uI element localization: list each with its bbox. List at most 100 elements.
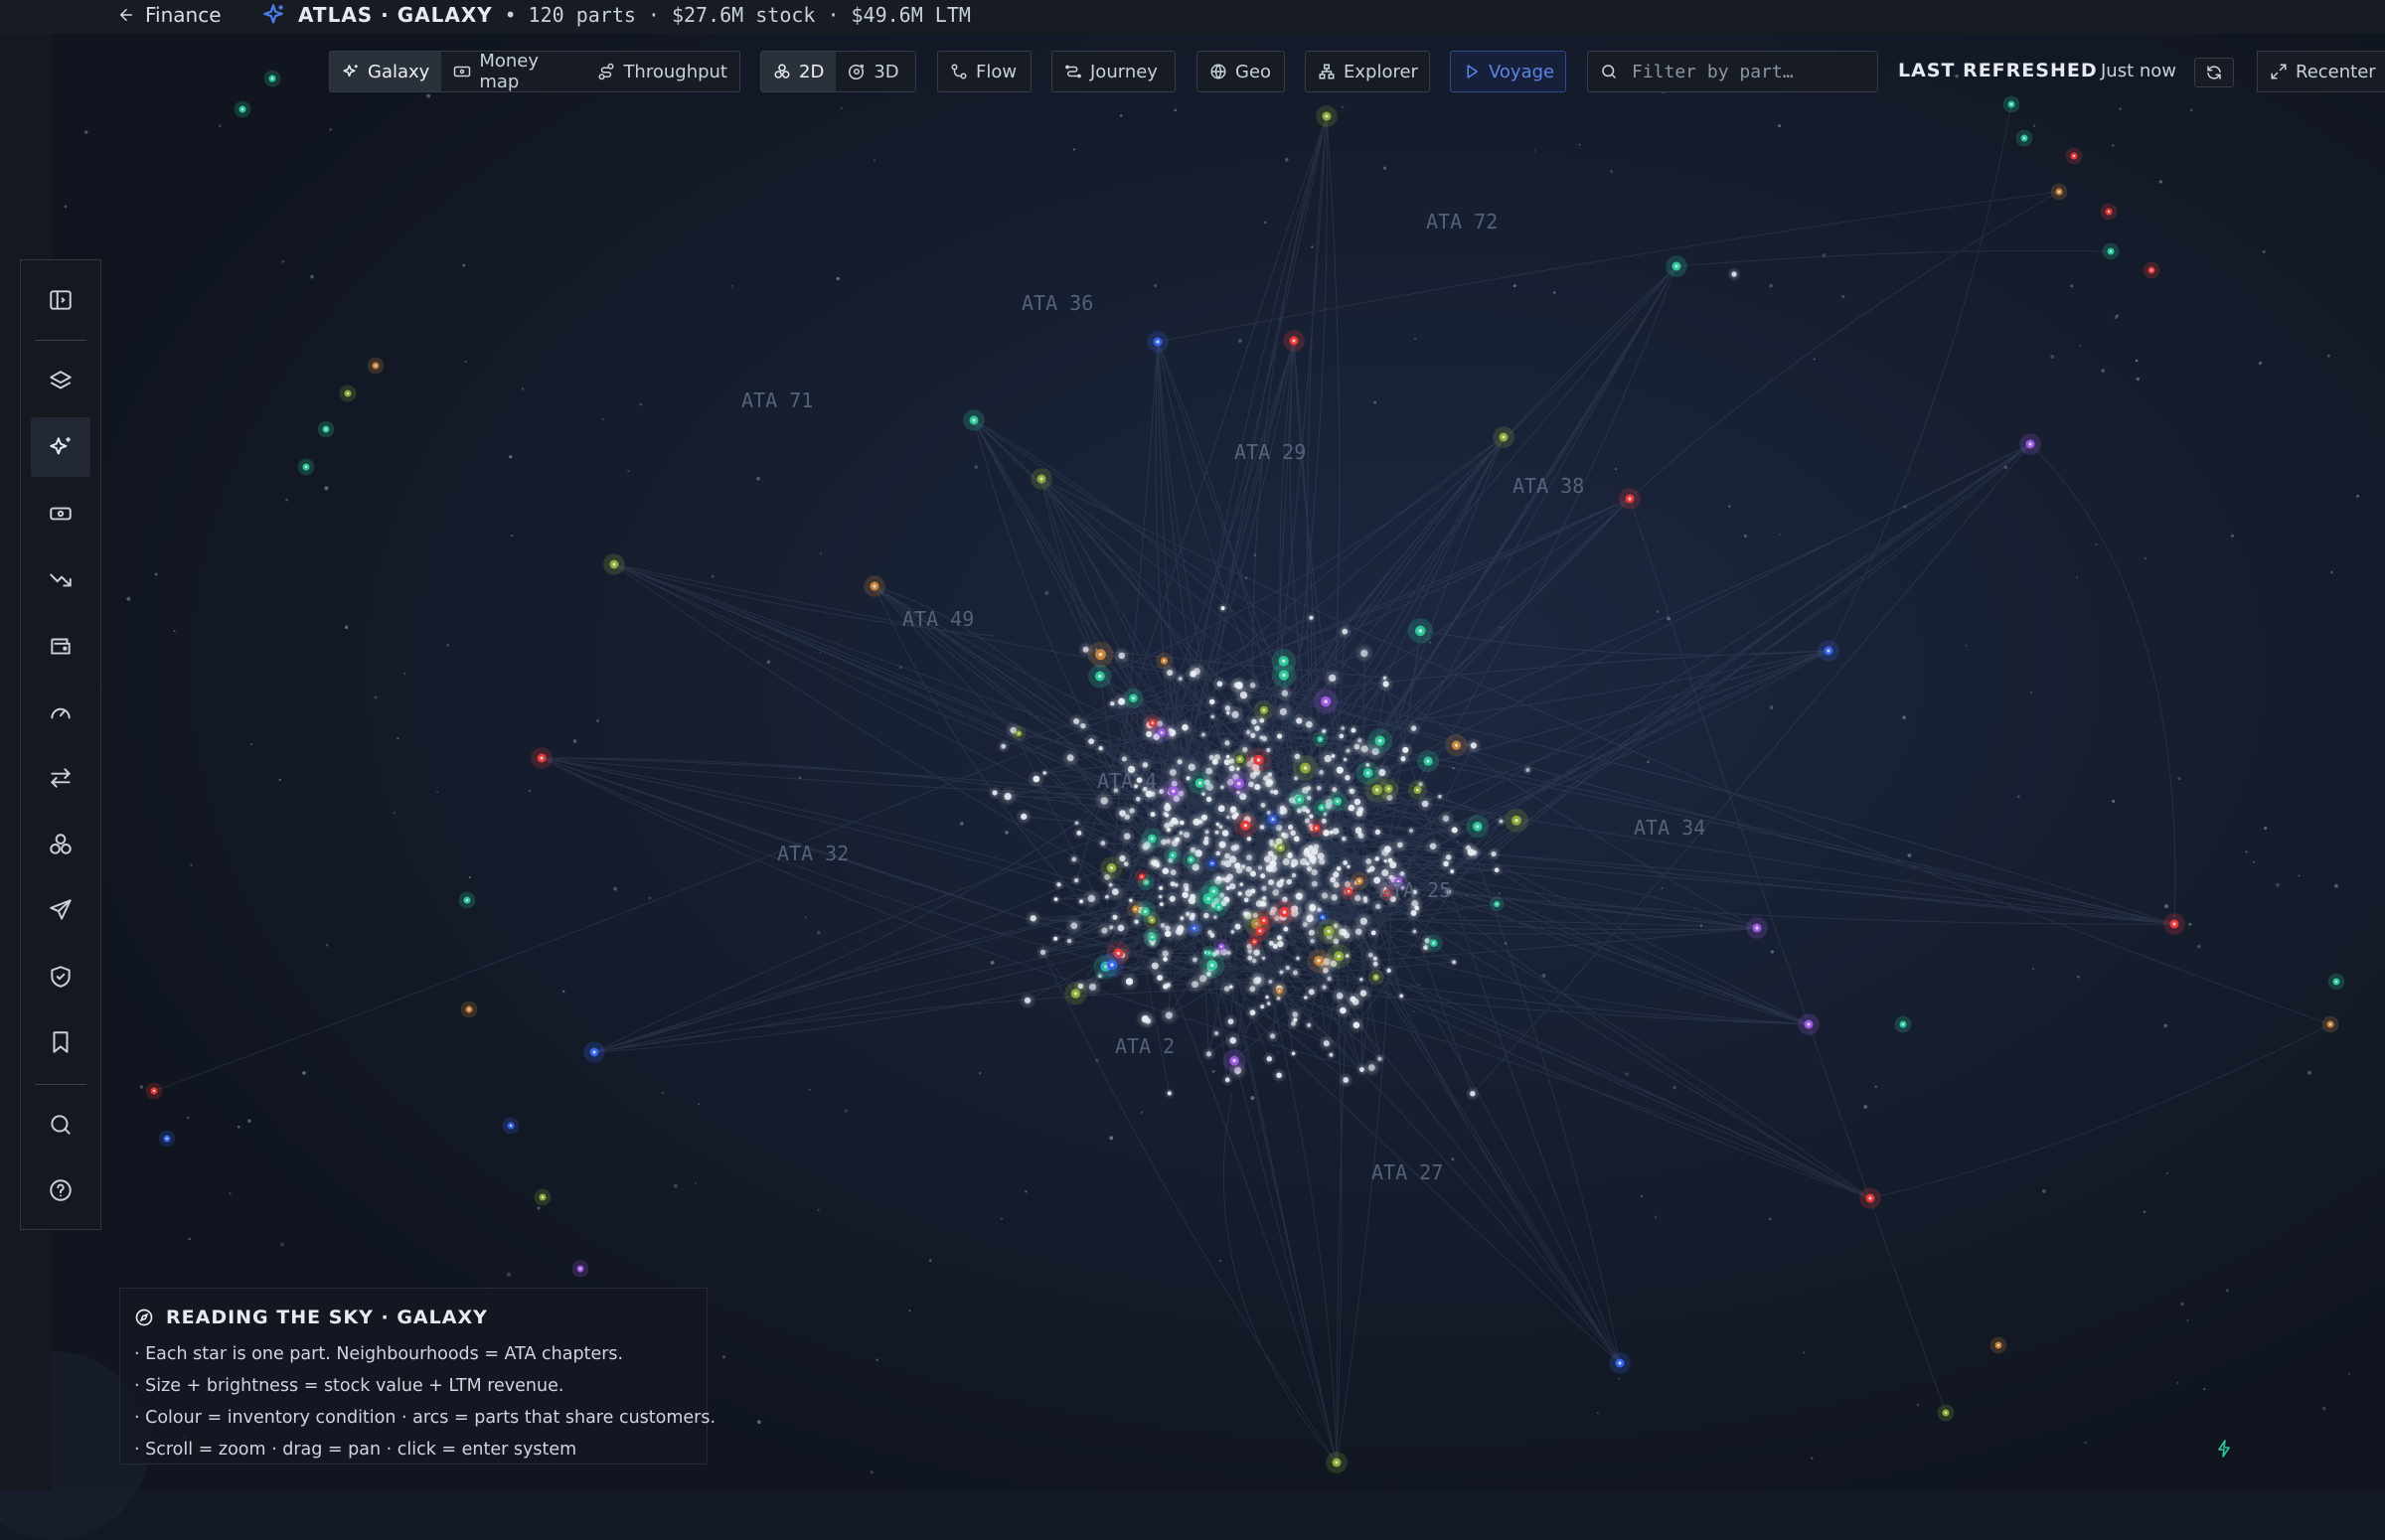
part-star[interactable] bbox=[1354, 1063, 1368, 1076]
part-star[interactable] bbox=[1271, 648, 1297, 674]
part-star[interactable] bbox=[1119, 972, 1140, 992]
part-star[interactable] bbox=[1284, 852, 1305, 873]
part-star[interactable] bbox=[1417, 750, 1440, 773]
part-star[interactable] bbox=[1396, 751, 1410, 766]
part-star[interactable] bbox=[1522, 764, 1533, 776]
part-star[interactable] bbox=[1210, 1027, 1222, 1039]
part-star[interactable] bbox=[1157, 945, 1175, 963]
part-star[interactable] bbox=[1306, 612, 1317, 624]
part-star[interactable] bbox=[2321, 1015, 2339, 1033]
part-star[interactable] bbox=[1223, 1031, 1242, 1050]
galaxy-canvas[interactable]: ATA 72 ATA 36 ATA 71 ATA 29 ATA 38 ATA 49 ATA … bbox=[0, 0, 2385, 1490]
part-star[interactable] bbox=[998, 786, 1018, 807]
part-star[interactable] bbox=[1326, 944, 1352, 969]
part-star[interactable] bbox=[1435, 792, 1445, 802]
part-star[interactable] bbox=[1201, 1047, 1216, 1061]
part-star[interactable] bbox=[1273, 701, 1294, 722]
part-star[interactable] bbox=[1228, 677, 1245, 693]
part-star[interactable] bbox=[1334, 1001, 1352, 1019]
part-star[interactable] bbox=[1249, 778, 1266, 796]
part-star[interactable] bbox=[1248, 955, 1261, 968]
part-star[interactable] bbox=[1060, 748, 1080, 768]
part-star[interactable] bbox=[1123, 688, 1144, 708]
part-star[interactable] bbox=[1197, 729, 1209, 740]
part-star[interactable] bbox=[2015, 129, 2033, 147]
part-star[interactable] bbox=[2102, 242, 2120, 260]
sidebar-item-wallet[interactable] bbox=[31, 616, 90, 676]
part-star[interactable] bbox=[1407, 618, 1433, 644]
part-star[interactable] bbox=[339, 385, 357, 402]
part-star[interactable] bbox=[1049, 933, 1061, 945]
part-star[interactable] bbox=[1227, 927, 1237, 937]
part-star[interactable] bbox=[1338, 1072, 1353, 1088]
sidebar-item-collapse[interactable] bbox=[31, 270, 90, 330]
part-star[interactable] bbox=[1818, 640, 1839, 662]
part-star[interactable] bbox=[1318, 1034, 1336, 1052]
part-star[interactable] bbox=[1262, 993, 1272, 1002]
part-star[interactable] bbox=[1609, 1352, 1631, 1374]
sidebar-item-money[interactable] bbox=[31, 484, 90, 543]
part-star[interactable] bbox=[1264, 776, 1277, 789]
part-star[interactable] bbox=[1211, 676, 1227, 692]
part-star[interactable] bbox=[1134, 868, 1150, 884]
part-star[interactable] bbox=[1105, 922, 1117, 933]
part-star[interactable] bbox=[1367, 969, 1384, 986]
part-star[interactable] bbox=[1025, 909, 1042, 927]
part-star[interactable] bbox=[1461, 841, 1476, 855]
part-star[interactable] bbox=[1155, 652, 1173, 670]
part-star[interactable] bbox=[1205, 929, 1219, 942]
voyage-button[interactable]: Voyage bbox=[1450, 51, 1566, 92]
part-star[interactable] bbox=[1012, 725, 1027, 741]
part-star[interactable] bbox=[1155, 882, 1167, 894]
part-star[interactable] bbox=[1255, 868, 1270, 883]
part-star[interactable] bbox=[1105, 879, 1116, 890]
refresh-button[interactable] bbox=[2194, 58, 2234, 87]
part-star[interactable] bbox=[1256, 1001, 1268, 1012]
part-star[interactable] bbox=[1378, 778, 1399, 800]
part-star[interactable] bbox=[1063, 935, 1075, 947]
part-star[interactable] bbox=[1186, 919, 1203, 937]
part-star[interactable] bbox=[1233, 813, 1258, 838]
part-star[interactable] bbox=[1067, 852, 1080, 866]
part-star[interactable] bbox=[1039, 768, 1049, 778]
sidebar-item-gauge[interactable] bbox=[31, 683, 90, 742]
part-star[interactable] bbox=[531, 747, 553, 769]
part-star[interactable] bbox=[1303, 1019, 1315, 1031]
part-star[interactable] bbox=[1015, 808, 1033, 826]
part-star[interactable] bbox=[1258, 892, 1271, 905]
part-star[interactable] bbox=[534, 1188, 552, 1206]
sidebar-item-network[interactable] bbox=[31, 815, 90, 874]
part-star[interactable] bbox=[1312, 731, 1329, 747]
part-star[interactable] bbox=[1246, 747, 1271, 773]
part-star[interactable] bbox=[1307, 819, 1326, 838]
part-star[interactable] bbox=[1222, 1013, 1239, 1029]
part-star[interactable] bbox=[1031, 468, 1052, 490]
part-star[interactable] bbox=[1666, 255, 1687, 277]
part-star[interactable] bbox=[1019, 992, 1036, 1009]
back-to-finance-link[interactable]: Finance bbox=[117, 0, 222, 30]
part-star[interactable] bbox=[1217, 853, 1238, 874]
part-star[interactable] bbox=[1143, 911, 1161, 929]
part-star[interactable] bbox=[1424, 838, 1442, 855]
part-star[interactable] bbox=[297, 458, 315, 476]
mode-3d-button[interactable]: 3D bbox=[836, 52, 910, 91]
part-star[interactable] bbox=[1282, 962, 1294, 974]
part-star[interactable] bbox=[1307, 949, 1331, 973]
part-star[interactable] bbox=[458, 891, 476, 909]
sidebar-item-search[interactable] bbox=[31, 1095, 90, 1155]
part-star[interactable] bbox=[1217, 782, 1227, 793]
part-star[interactable] bbox=[158, 1130, 176, 1148]
part-star[interactable] bbox=[1112, 647, 1131, 665]
sidebar-item-security[interactable] bbox=[31, 947, 90, 1006]
part-star[interactable] bbox=[1220, 1073, 1234, 1087]
part-star[interactable] bbox=[1176, 718, 1194, 737]
part-star[interactable] bbox=[1326, 1049, 1337, 1060]
part-star[interactable] bbox=[1350, 871, 1369, 890]
part-star[interactable] bbox=[1353, 828, 1369, 844]
part-star[interactable] bbox=[1441, 849, 1456, 865]
view-money-map-button[interactable]: Money map bbox=[441, 51, 585, 92]
part-star[interactable] bbox=[1245, 728, 1260, 743]
part-star[interactable] bbox=[1446, 822, 1463, 839]
part-star[interactable] bbox=[1326, 1452, 1348, 1473]
part-star[interactable] bbox=[367, 357, 385, 375]
